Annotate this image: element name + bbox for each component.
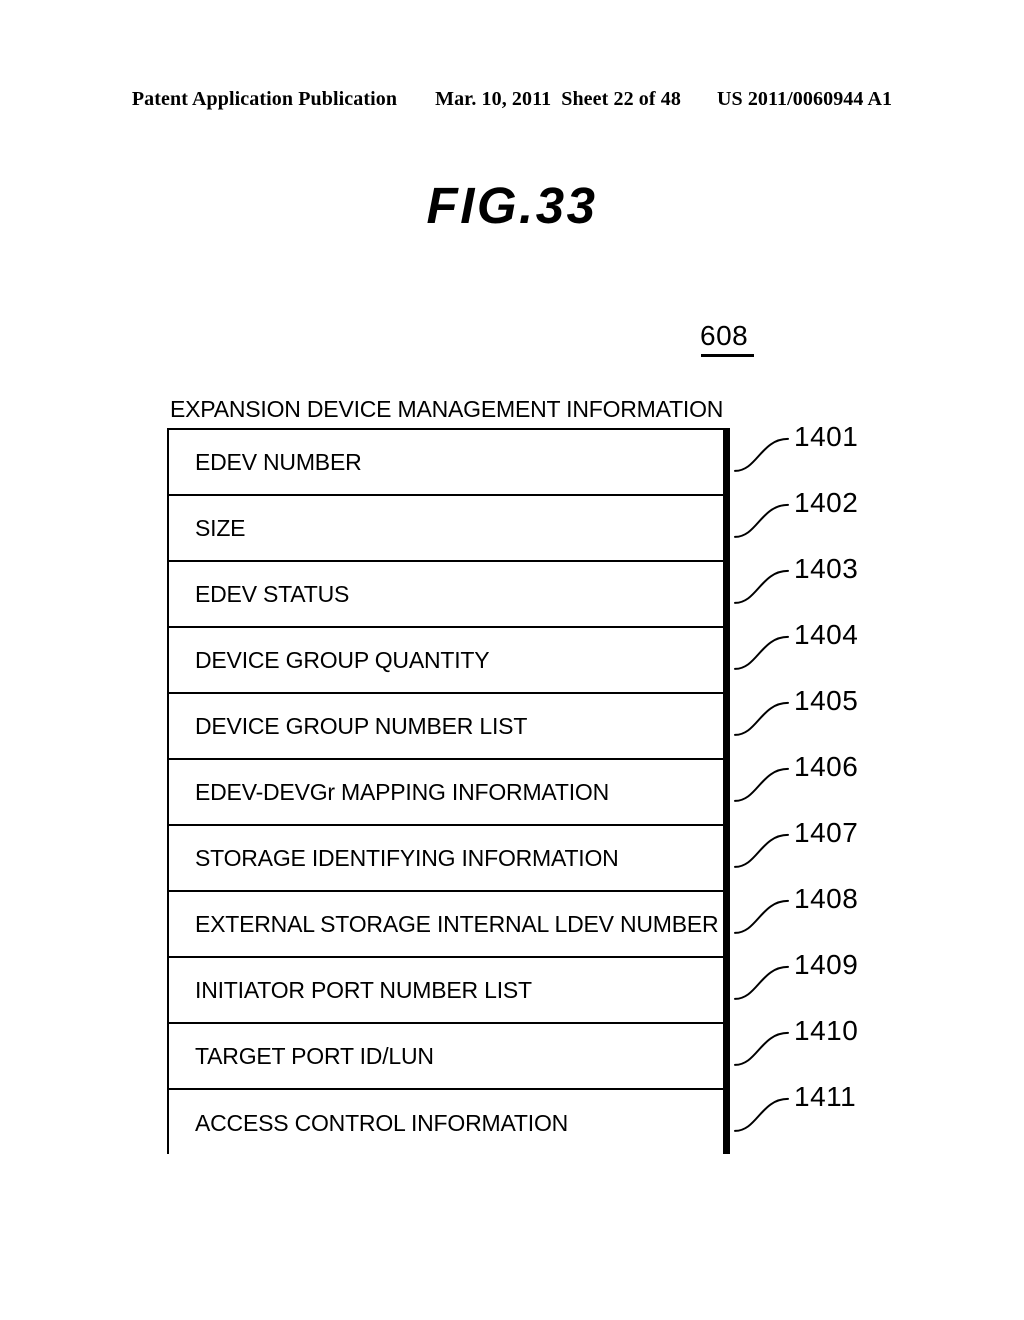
table-row: SIZE	[169, 496, 723, 562]
reference-number: 1410	[794, 1014, 859, 1046]
table-row-label: DEVICE GROUP NUMBER LIST	[195, 712, 528, 739]
header-patent-number: US 2011/0060944 A1	[716, 88, 893, 110]
table-row-label: TARGET PORT ID/LUN	[195, 1042, 434, 1069]
table-row-label: DEVICE GROUP QUANTITY	[195, 646, 490, 673]
reference-number: 1401	[794, 420, 859, 452]
table-row: TARGET PORT ID/LUN	[169, 1024, 723, 1090]
reference-number: 1409	[794, 948, 859, 980]
table-row: EDEV NUMBER	[169, 430, 723, 496]
figure-reference-number: 608	[700, 322, 754, 357]
table-row: EXTERNAL STORAGE INTERNAL LDEV NUMBER	[169, 892, 723, 958]
table-row-label: INITIATOR PORT NUMBER LIST	[195, 976, 532, 1003]
leader-line	[734, 899, 789, 934]
leader-line	[734, 965, 789, 1000]
table-row-label: EDEV NUMBER	[195, 448, 362, 475]
leader-line	[734, 569, 789, 604]
table-row: INITIATOR PORT NUMBER LIST	[169, 958, 723, 1024]
table-row-label: EXTERNAL STORAGE INTERNAL LDEV NUMBER	[195, 910, 719, 937]
reference-number: 1405	[794, 684, 859, 716]
table-row-label: SIZE	[195, 514, 246, 541]
reference-number: 1404	[794, 618, 859, 650]
table-row-label: ACCESS CONTROL INFORMATION	[195, 1109, 569, 1136]
reference-number: 1402	[794, 486, 859, 518]
table-row: STORAGE IDENTIFYING INFORMATION	[169, 826, 723, 892]
header-publication-label: Patent Application Publication	[131, 88, 398, 110]
table-row-label: STORAGE IDENTIFYING INFORMATION	[195, 844, 619, 871]
leader-line	[734, 701, 789, 736]
table-row-label: EDEV-DEVGr MAPPING INFORMATION	[195, 778, 609, 805]
reference-number: 1408	[794, 882, 859, 914]
leader-line	[734, 833, 789, 868]
table-caption: EXPANSION DEVICE MANAGEMENT INFORMATION	[170, 396, 724, 422]
table-row: ACCESS CONTROL INFORMATION	[169, 1090, 723, 1156]
page-header: Patent Application Publication Mar. 10, …	[0, 88, 1024, 111]
leader-line	[734, 767, 789, 802]
reference-number: 1403	[794, 552, 859, 584]
figure-reference-number-text: 608	[700, 320, 749, 351]
figure-reference-underline	[701, 354, 754, 357]
table-row: EDEV-DEVGr MAPPING INFORMATION	[169, 760, 723, 826]
table-row-label: EDEV STATUS	[195, 580, 350, 607]
figure-title: FIG.33	[426, 177, 598, 234]
leader-line	[734, 503, 789, 538]
reference-number: 1407	[794, 816, 859, 848]
leader-line	[734, 437, 789, 472]
expansion-device-management-table: EDEV NUMBER SIZE EDEV STATUS DEVICE GROUP Q…	[167, 428, 730, 1156]
reference-number: 1411	[794, 1080, 857, 1112]
table-row: DEVICE GROUP QUANTITY	[169, 628, 723, 694]
leader-line	[734, 1031, 789, 1066]
reference-number: 1406	[794, 750, 859, 782]
table-row: EDEV STATUS	[169, 562, 723, 628]
table-row: DEVICE GROUP NUMBER LIST	[169, 694, 723, 760]
leader-line	[734, 1097, 789, 1132]
header-sheet-label: Sheet 22 of 48	[561, 88, 681, 110]
leader-line	[734, 635, 789, 670]
header-date-label: Mar. 10, 2011	[435, 88, 552, 110]
